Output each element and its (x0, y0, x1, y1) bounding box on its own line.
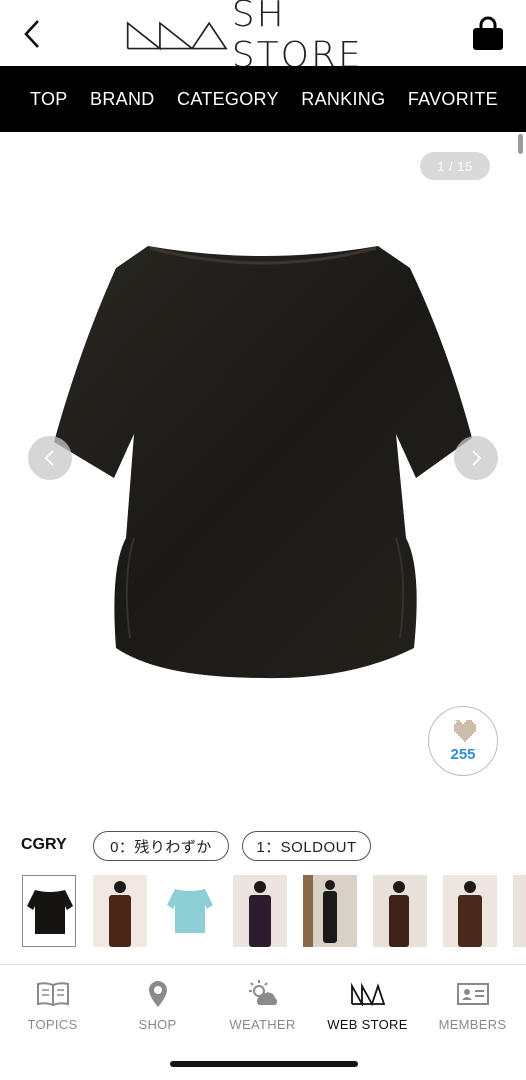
logo-text: SH STORE (231, 0, 363, 76)
favorite-button[interactable]: 255 (428, 706, 498, 776)
gallery-next-button[interactable] (454, 436, 498, 480)
weather-icon (243, 979, 283, 1009)
nav-item-brand[interactable]: BRAND (90, 89, 155, 110)
thumbnail-8[interactable] (513, 875, 526, 947)
thumbnail-2[interactable] (93, 875, 147, 947)
pixel-heart-icon (454, 719, 476, 742)
product-image[interactable] (50, 238, 476, 684)
header: SH STORE (0, 0, 526, 76)
tab-topics[interactable]: TOPICS (0, 979, 105, 1039)
chevron-right-icon (472, 450, 482, 466)
location-pin-icon (138, 979, 178, 1009)
cart-button[interactable] (470, 16, 506, 52)
gallery-prev-button[interactable] (28, 436, 72, 480)
thumbnail-image (458, 881, 482, 947)
member-card-icon (453, 979, 493, 1009)
tab-label: SHOP (138, 1017, 177, 1032)
tab-label: TOPICS (27, 1017, 78, 1032)
thumbnail-strip (0, 875, 526, 949)
size-1-stock[interactable]: 1：SOLDOUT (242, 831, 371, 861)
thumbnail-image (389, 881, 409, 947)
tab-web-store[interactable]: WEB STORE (315, 979, 420, 1039)
thumbnail-6[interactable] (373, 875, 427, 947)
thumbnail-image (303, 875, 337, 947)
thumbnail-image (109, 881, 131, 947)
book-icon (33, 979, 73, 1009)
tab-label: MEMBERS (438, 1017, 507, 1032)
thumbnail-3[interactable] (163, 875, 217, 947)
tab-shop[interactable]: SHOP (105, 979, 210, 1039)
nav-item-category[interactable]: CATEGORY (177, 89, 279, 110)
home-indicator[interactable] (170, 1061, 358, 1067)
thumbnail-image (167, 889, 213, 933)
nav-item-top[interactable]: TOP (30, 89, 68, 110)
shopping-bag-icon (473, 16, 503, 50)
chevron-left-icon (24, 20, 39, 48)
thumbnail-4[interactable] (233, 875, 287, 947)
app: SH STORE TOP BRAND CATEGORY RANKING FAVO… (0, 0, 526, 1080)
thumbnail-image (249, 881, 271, 947)
tab-members[interactable]: MEMBERS (420, 979, 525, 1039)
color-code: CGRY (21, 836, 67, 853)
back-button[interactable] (14, 14, 50, 54)
tab-label: WEB STORE (327, 1017, 408, 1032)
scrollbar[interactable] (518, 134, 523, 154)
logo-mark-icon (126, 21, 228, 51)
thumbnail-1[interactable] (22, 875, 76, 947)
store-logo[interactable]: SH STORE (126, 0, 400, 76)
thumbnail-5[interactable] (303, 875, 357, 947)
tab-label: WEATHER (229, 1017, 296, 1032)
nav-item-ranking[interactable]: RANKING (301, 89, 385, 110)
size-0-stock[interactable]: 0：残りわずか (93, 831, 229, 861)
page-indicator: 1 / 15 (420, 152, 490, 180)
nav-item-favorite[interactable]: FAVORITE (408, 89, 498, 110)
thumbnail-7[interactable] (443, 875, 497, 947)
thumbnail-image (27, 890, 73, 934)
chevron-left-icon (44, 450, 54, 466)
store-logo-icon (348, 979, 388, 1009)
tab-weather[interactable]: WEATHER (210, 979, 315, 1039)
category-nav: TOP BRAND CATEGORY RANKING FAVORITE (0, 66, 526, 132)
favorite-count: 255 (450, 745, 476, 763)
